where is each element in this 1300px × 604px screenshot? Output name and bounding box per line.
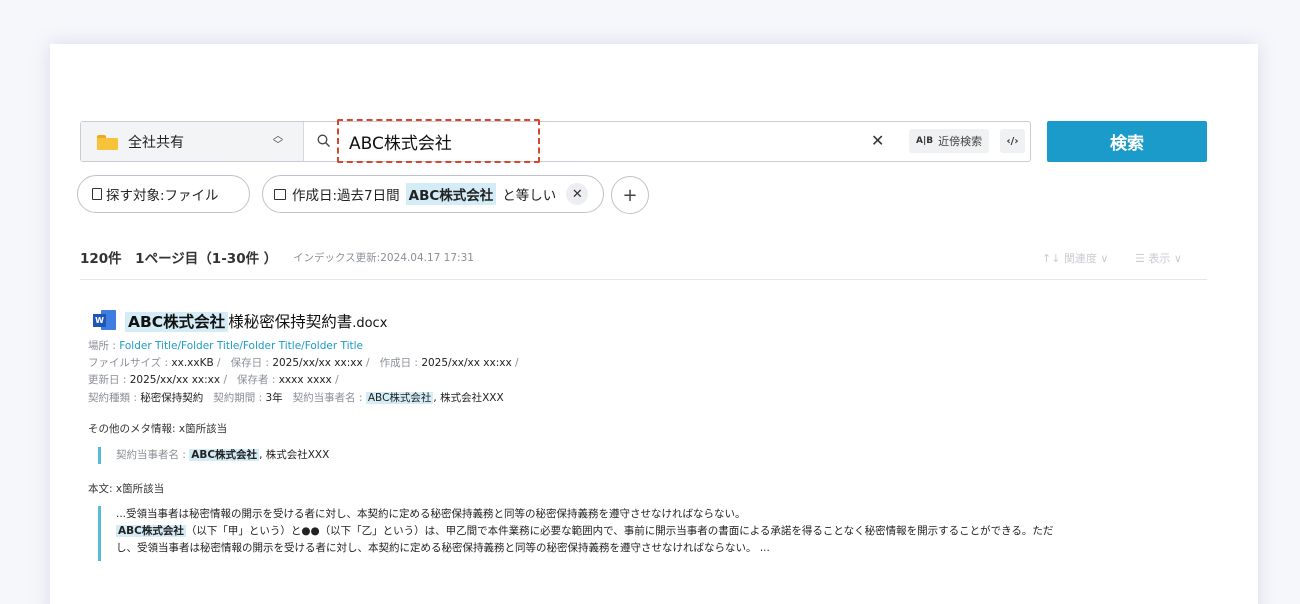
body-line-3: し、受領当事者は秘密情報の開示を受ける者に対し、本契約に定める秘密保持義務と同等…	[116, 542, 770, 554]
location-label: 場所 :	[88, 340, 120, 352]
updated-date-label: 更新日 :	[88, 374, 130, 386]
result-summary: 120件 1ページ目（1-30件 ）	[80, 251, 278, 267]
meta-contract-info: 契約種類 : 秘密保持契約 契約期間 : 3年 契約当事者名 : ABC株式会社…	[88, 390, 504, 405]
search-query-text: ABC株式会社	[349, 133, 452, 154]
body-quote: ...受領当事者は秘密情報の開示を受ける者に対し、本契約に定める秘密保持義務と同…	[98, 506, 1198, 561]
plus-icon[interactable]: +	[611, 176, 649, 214]
search-icon	[317, 134, 330, 147]
meta-location: 場所 : Folder Title/Folder Title/Folder Ti…	[88, 338, 363, 353]
other-meta-label: その他のメタ情報: x箇所該当	[88, 423, 228, 435]
created-date-label: 作成日 :	[379, 357, 422, 369]
other-meta-party-highlight: ABC株式会社	[189, 449, 260, 461]
contract-type-label: 契約種類 :	[88, 392, 141, 404]
scope-label: 全社共有	[128, 134, 184, 151]
result-title[interactable]: ABC株式会社 様秘密保持契約書.docx	[125, 310, 387, 332]
filter-chip-date[interactable]: 作成日:過去7日間 ABC株式会社 と等しい ✕	[262, 175, 604, 213]
sort-button[interactable]: ↑↓ 関連度 ∨	[1042, 250, 1109, 266]
party-highlight: ABC株式会社	[365, 392, 434, 404]
location-link[interactable]: Folder Title/Folder Title/Folder Title/F…	[119, 340, 363, 352]
sort-icon: ↑↓	[1042, 252, 1064, 265]
document-icon	[92, 188, 102, 200]
body-line-2-rest: （以下「甲」という）と●●（以下「乙」という）は、甲乙間で本件業務に必要な範囲内…	[185, 525, 1054, 537]
result-title-rest: 様秘密保持契約書	[228, 313, 353, 331]
contract-type: 秘密保持契約	[140, 392, 204, 404]
other-meta-quote: 契約当事者名 : ABC株式会社, 株式会社XXX	[98, 447, 329, 464]
updated-date: 2025/xx/xx xx:xx	[129, 374, 221, 386]
saved-date: 2025/xx/xx xx:xx	[272, 357, 363, 369]
parties-label: 契約当事者名 :	[292, 392, 366, 404]
nearby-search-button[interactable]: A|B 近傍検索	[909, 129, 990, 153]
saved-date-label: 保存日 :	[230, 357, 273, 369]
view-button[interactable]: ☰ 表示 ∨	[1135, 250, 1182, 266]
filesize: xx.xxKB	[171, 357, 214, 369]
result-title-ext: .docx	[352, 316, 388, 331]
body-label: 本文: x箇所該当	[88, 483, 165, 495]
filter-target-label: 探す対象:ファイル	[106, 188, 219, 204]
search-bar: 全社共有 ︿ ﹀ ABC株式会社 ✕ A|B 近傍検索 ‹/›	[80, 119, 1031, 163]
list-icon: ☰	[1135, 252, 1149, 265]
chevron-down-icon: ∨	[1170, 252, 1182, 265]
body-line-2: ABC株式会社 （以下「甲」という）と●●（以下「乙」という）は、甲乙間で本件業務…	[116, 523, 1198, 540]
meta-file-info: ファイルサイズ : xx.xxKB / 保存日 : 2025/xx/xx xx:…	[88, 357, 519, 369]
filter-date-prefix: 作成日:過去7日間	[292, 188, 400, 204]
view-label: 表示	[1148, 252, 1171, 265]
meta-update-info: 更新日 : 2025/xx/xx xx:xx / 保存者 : xxxx xxxx…	[88, 374, 339, 386]
close-icon[interactable]: ✕	[566, 183, 589, 205]
updown-icon: ︿ ﹀	[273, 131, 283, 151]
index-updated: インデックス更新:2024.04.17 17:31	[293, 252, 474, 264]
nearby-icon: A|B	[916, 136, 934, 146]
filter-date-value: ABC株式会社	[405, 183, 497, 205]
clear-icon[interactable]: ✕	[871, 131, 884, 150]
scope-selector[interactable]: 全社共有 ︿ ﹀	[81, 122, 304, 161]
filter-chip-target[interactable]: 探す対象:ファイル	[77, 175, 250, 213]
created-date: 2025/xx/xx xx:xx	[421, 357, 512, 369]
nearby-label: 近傍検索	[938, 135, 983, 148]
folder-icon	[97, 134, 118, 150]
code-icon[interactable]: ‹/›	[1000, 129, 1025, 153]
filesize-label: ファイルサイズ :	[88, 357, 172, 369]
filter-date-suffix: と等しい	[502, 188, 557, 204]
party-rest: , 株式会社XXX	[433, 392, 504, 404]
contract-period: 3年	[265, 392, 283, 404]
word-file-icon: W	[93, 310, 116, 330]
saver-label: 保存者 :	[237, 374, 279, 386]
chevron-down-icon: ∨	[1096, 252, 1109, 265]
body-highlight: ABC株式会社	[116, 525, 186, 537]
other-meta-field-label: 契約当事者名 :	[116, 449, 190, 461]
body-line-1: ...受領当事者は秘密情報の開示を受ける者に対し、本契約に定める秘密保持義務と同…	[116, 508, 746, 520]
search-input[interactable]: ABC株式会社	[337, 119, 540, 163]
contract-period-label: 契約期間 :	[213, 392, 266, 404]
search-panel: 全社共有 ︿ ﹀ ABC株式会社 ✕ A|B 近傍検索 ‹/› 検索 探す対象:フ…	[50, 44, 1258, 604]
sort-label: 関連度	[1063, 252, 1097, 265]
result-title-highlight: ABC株式会社	[125, 312, 229, 332]
search-button[interactable]: 検索	[1047, 121, 1207, 162]
divider	[80, 279, 1207, 280]
other-meta-party-rest: , 株式会社XXX	[259, 449, 330, 461]
calendar-icon	[274, 188, 286, 200]
saver: xxxx xxxx	[278, 374, 332, 386]
